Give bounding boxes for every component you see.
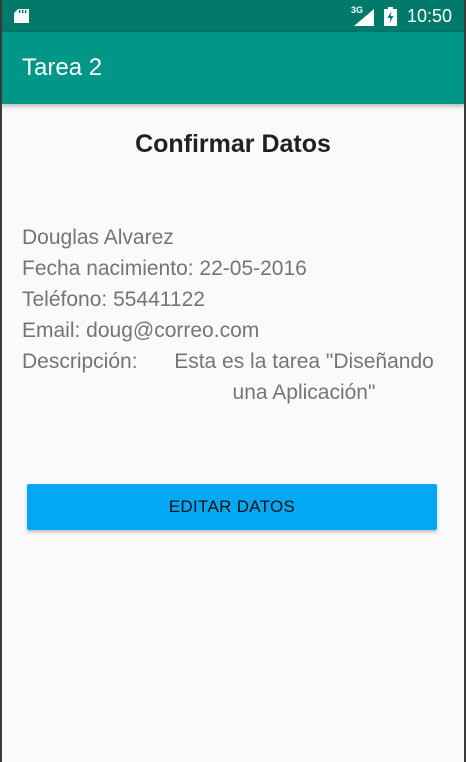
birth-date-text: Fecha nacimiento: 22-05-2016 (22, 257, 307, 280)
app-bar: Tarea 2 (0, 32, 466, 104)
description-row: Descripción: Esta es la tarea "Diseñando… (22, 346, 462, 408)
page-title: Confirmar Datos (135, 130, 331, 158)
name-text: Douglas Alvarez (22, 226, 174, 249)
status-clock: 10:50 (407, 6, 453, 26)
sd-card-icon (14, 9, 29, 23)
battery-charging-icon (384, 7, 397, 26)
email-text: Email: doug@correo.com (22, 319, 260, 342)
description-value: Esta es la tarea "Diseñando una Aplicaci… (174, 350, 434, 404)
description-label: Descripción: (22, 350, 138, 373)
app-title: Tarea 2 (22, 54, 103, 81)
frame-left-edge (0, 0, 2, 762)
signal-icon (354, 9, 374, 26)
edit-data-button[interactable]: EDITAR DATOS (27, 484, 437, 530)
phone-text: Teléfono: 55441122 (22, 288, 205, 311)
status-bar: 3G 10:50 (0, 0, 466, 32)
